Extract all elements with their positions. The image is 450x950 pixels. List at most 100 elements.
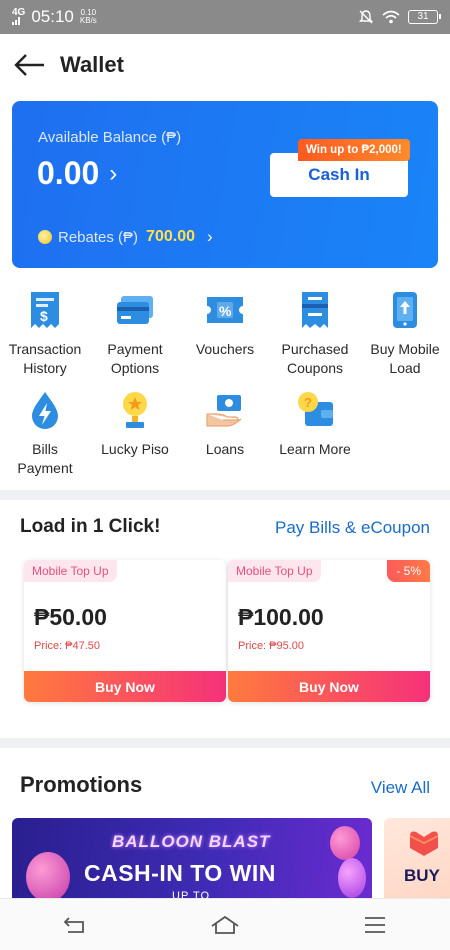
mute-bell-icon — [358, 10, 374, 24]
arrow-left-icon — [14, 54, 44, 76]
buy-now-button[interactable]: Buy Now — [24, 671, 226, 702]
service-label-line1: Loans — [205, 441, 245, 457]
network-speed: 0.10 KB/s — [80, 9, 97, 25]
promotions-title: Promotions — [20, 772, 143, 797]
percent-ticket-icon: % — [205, 290, 245, 330]
speed-unit: KB/s — [79, 16, 97, 25]
service-label: Vouchers — [196, 340, 254, 359]
service-vouchers[interactable]: % Vouchers — [180, 290, 270, 359]
balance-amount-link[interactable]: 0.00 › — [37, 155, 117, 192]
banner-headline: BALLOON BLAST — [112, 832, 271, 851]
menu-nav-icon — [365, 916, 385, 933]
service-label: Buy Mobile Load — [370, 340, 439, 378]
balance-amount: 0.00 — [37, 155, 100, 191]
service-label-line1: Learn More — [279, 441, 351, 457]
balloon-image — [26, 852, 70, 898]
nav-home-button[interactable] — [195, 905, 255, 945]
service-transaction-history[interactable]: $ Transaction History — [0, 290, 90, 378]
rebates-label: Rebates (₱) — [58, 228, 139, 246]
view-all-link[interactable]: View All — [371, 778, 430, 798]
mobile-top-up-tag: Mobile Top Up — [228, 560, 321, 582]
hand-money-icon — [205, 390, 245, 430]
svg-text:%: % — [219, 303, 232, 319]
wifi-icon — [382, 10, 400, 24]
service-label-line1: Bills — [32, 441, 58, 457]
discount-badge: - 5% — [387, 560, 430, 582]
question-wallet-icon: ? — [295, 390, 335, 430]
promo-banner-buy[interactable]: BUY — [384, 818, 450, 898]
balance-label: Available Balance (₱) — [38, 129, 182, 146]
signal-icon — [12, 16, 20, 25]
chevron-right-icon: › — [109, 159, 118, 187]
service-label: Bills Payment — [17, 440, 72, 478]
section-divider — [0, 490, 450, 500]
home-nav-icon — [211, 915, 239, 934]
service-payment-options[interactable]: Payment Options — [90, 290, 180, 378]
load-price: Price: ₱47.50 — [34, 640, 101, 652]
load-amount: ₱100.00 — [238, 604, 324, 630]
system-nav-bar — [0, 898, 450, 950]
rebates-link[interactable]: Rebates (₱) 700.00 › — [38, 227, 213, 247]
service-label: Payment Options — [107, 340, 162, 378]
receipt-dollar-icon: $ — [25, 290, 65, 330]
chevron-right-icon: › — [206, 227, 213, 246]
battery-indicator: 31 — [408, 10, 441, 24]
service-label-line1: Purchased — [281, 341, 349, 357]
mobile-top-up-tag: Mobile Top Up — [24, 560, 117, 582]
app-header: Wallet — [0, 34, 450, 96]
status-bar: 4G 05:10 0.10 KB/s 31 — [0, 0, 450, 34]
load-card-100[interactable]: Mobile Top Up - 5% ₱100.00 Price: ₱95.00… — [228, 560, 430, 702]
service-label-line2: History — [23, 360, 67, 376]
clock: 05:10 — [31, 7, 74, 26]
banner-small-text: UP TO — [172, 890, 211, 898]
service-label-line1: Transaction — [8, 341, 82, 357]
svg-text:$: $ — [40, 308, 48, 324]
balloon-image — [330, 826, 360, 860]
pay-bills-ecoupon-link[interactable]: Pay Bills & eCoupon — [275, 518, 430, 538]
back-nav-icon — [63, 916, 84, 933]
trophy-icon — [115, 390, 155, 430]
rebates-value: 700.00 — [146, 228, 195, 245]
service-bills-payment[interactable]: Bills Payment — [0, 390, 90, 478]
service-label-line1: Payment — [107, 341, 163, 357]
coupon-icon — [295, 290, 335, 330]
service-lucky-piso[interactable]: Lucky Piso — [90, 390, 180, 459]
promo-banner-balloon-blast[interactable]: BALLOON BLAST CASH-IN TO WIN UP TO — [12, 818, 372, 898]
service-label: Loans — [206, 440, 244, 459]
load-section: Load in 1 Click! Pay Bills & eCoupon Mob… — [0, 500, 450, 738]
load-price: Price: ₱95.00 — [238, 640, 305, 652]
network-indicator: 4G — [12, 6, 26, 27]
load-section-title: Load in 1 Click! — [20, 516, 161, 537]
load-amount: ₱50.00 — [34, 604, 107, 630]
page-title: Wallet — [60, 52, 124, 77]
water-drop-bolt-icon — [25, 390, 65, 430]
back-button[interactable] — [14, 50, 48, 80]
service-label-line1: Lucky Piso — [101, 441, 169, 457]
service-label-line2: Load — [389, 360, 421, 376]
nav-back-button[interactable] — [45, 905, 105, 945]
service-label: Learn More — [279, 440, 351, 459]
gift-icon — [409, 831, 439, 856]
balloon-image — [338, 858, 366, 898]
service-loans[interactable]: Loans — [180, 390, 270, 459]
service-label-line1: Vouchers — [195, 341, 255, 357]
service-label-line2: Options — [110, 360, 160, 376]
service-label: Lucky Piso — [101, 440, 169, 459]
service-label: Purchased Coupons — [282, 340, 349, 378]
section-divider — [0, 738, 450, 748]
service-label: Transaction History — [9, 340, 82, 378]
service-label-line2: Coupons — [286, 360, 344, 376]
load-card-50[interactable]: Mobile Top Up ₱50.00 Price: ₱47.50 Buy N… — [24, 560, 226, 702]
network-type: 4G — [12, 6, 26, 18]
svg-text:?: ? — [304, 395, 312, 410]
service-learn-more[interactable]: ? Learn More — [270, 390, 360, 459]
coin-icon — [38, 230, 52, 244]
banner-subheadline: CASH-IN TO WIN — [84, 860, 276, 886]
promotions-section: Promotions View All BALLOON BLAST CASH-I… — [0, 748, 450, 898]
service-label-line2: Payment — [17, 460, 73, 476]
buy-now-button[interactable]: Buy Now — [228, 671, 430, 702]
service-label-line1: Buy Mobile — [370, 341, 440, 357]
service-purchased-coupons[interactable]: Purchased Coupons — [270, 290, 360, 378]
service-buy-mobile-load[interactable]: Buy Mobile Load — [360, 290, 450, 378]
nav-menu-button[interactable] — [345, 905, 405, 945]
